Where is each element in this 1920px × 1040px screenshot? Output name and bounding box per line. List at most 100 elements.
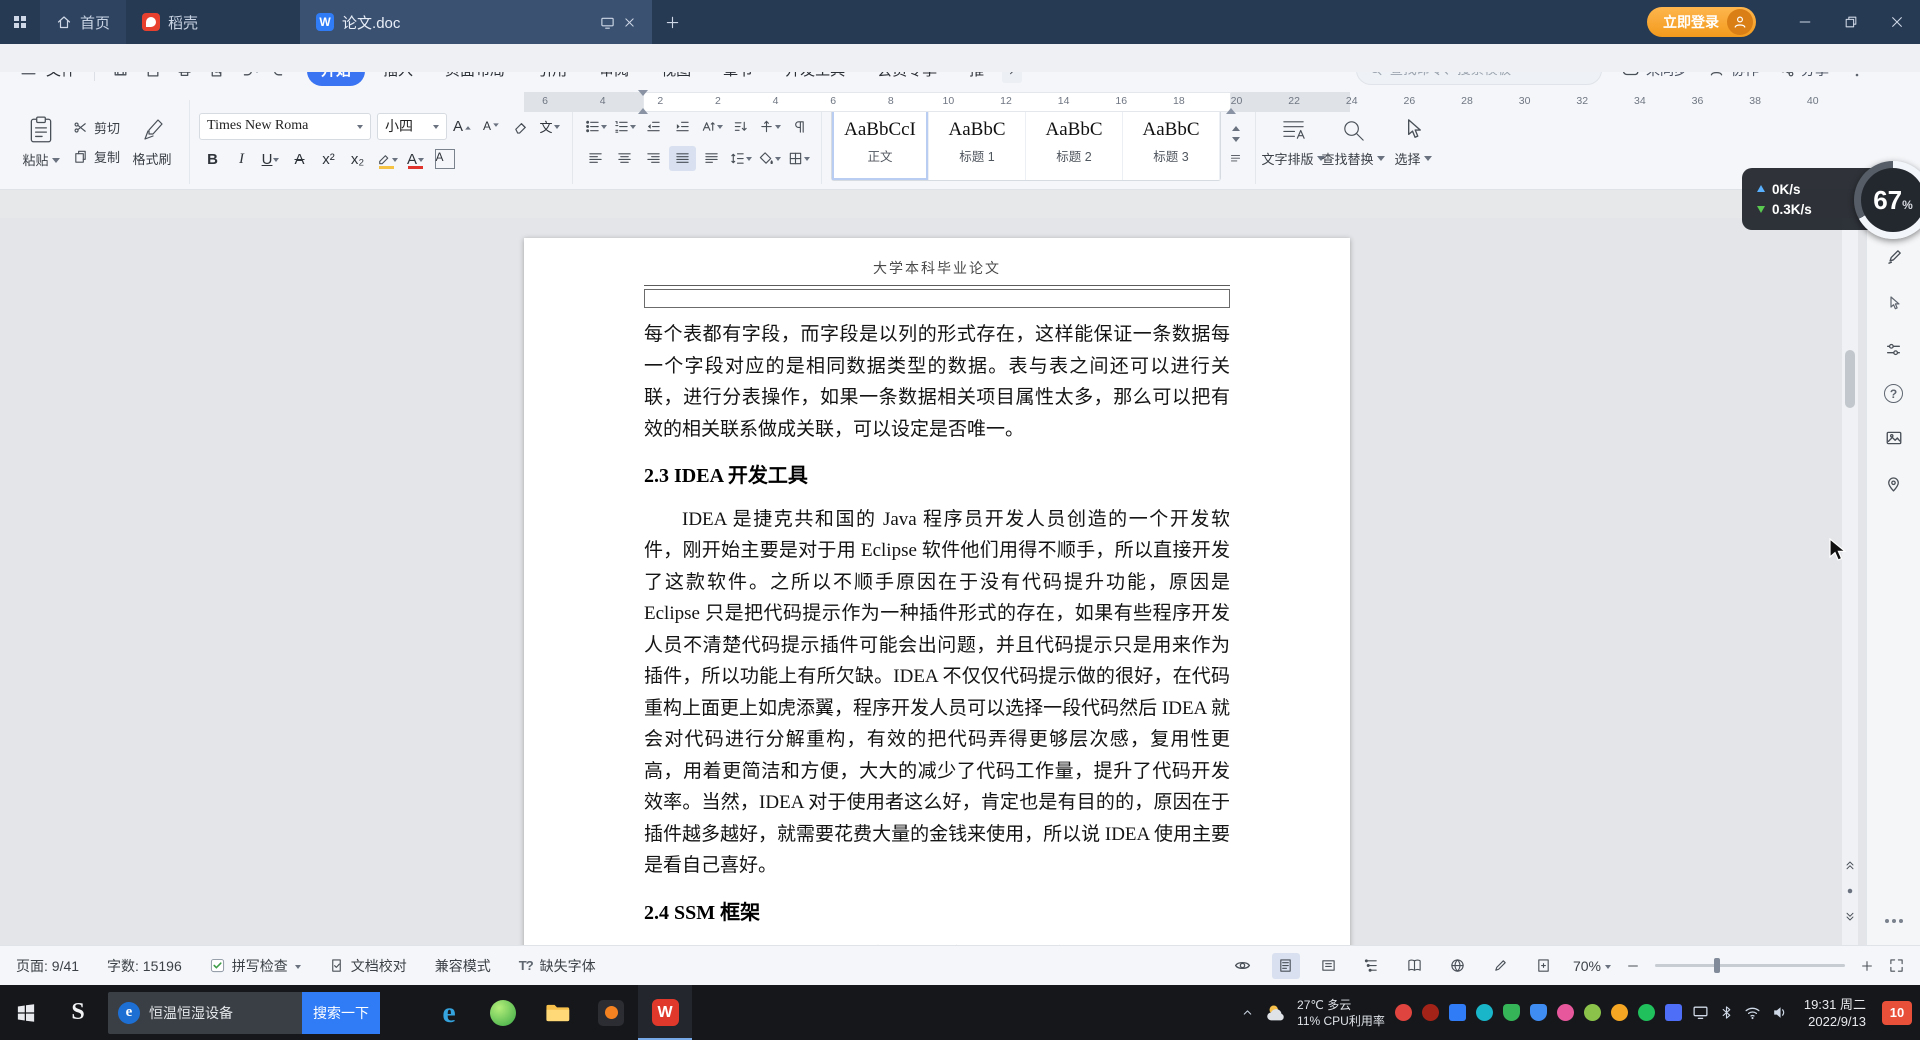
book-view-button[interactable] — [1401, 953, 1429, 979]
fullscreen-button[interactable] — [1889, 958, 1904, 973]
zoom-slider[interactable] — [1655, 958, 1845, 973]
zoom-level[interactable]: 70% — [1573, 958, 1611, 974]
more-tools-button[interactable] — [1884, 919, 1903, 923]
spellcheck-toggle[interactable]: 拼写检查 — [210, 956, 301, 976]
line-spacing-button[interactable] — [727, 146, 754, 171]
missing-fonts-button[interactable]: T? 缺失字体 — [519, 956, 596, 976]
right-indent-marker[interactable] — [1226, 103, 1236, 114]
styles-scroll-up[interactable] — [1231, 122, 1240, 131]
close-tab-icon[interactable] — [623, 16, 636, 29]
document-page[interactable]: 大学本科毕业论文 每个表都有字段，而字段是以列的形式存在，这样能保证一条数据每一… — [524, 238, 1350, 945]
distribute-button[interactable] — [698, 146, 725, 171]
find-replace-button[interactable]: 查找替换 — [1322, 102, 1385, 182]
tab-home[interactable]: 首页 — [40, 0, 127, 44]
outline-view-button[interactable] — [1358, 953, 1386, 979]
zoom-in-button[interactable] — [1860, 959, 1874, 973]
avatar[interactable] — [1727, 9, 1753, 35]
bluetooth-icon[interactable] — [1719, 1005, 1734, 1020]
tab-document[interactable]: W 论文.doc — [300, 0, 653, 44]
style-option[interactable]: AaBbC 标题 3 — [1123, 104, 1221, 180]
align-center-button[interactable] — [611, 146, 638, 171]
taskbar-app-wps[interactable]: W — [638, 985, 692, 1040]
tray-icon[interactable] — [1475, 1004, 1493, 1021]
clear-format-button[interactable] — [507, 114, 534, 139]
word-count[interactable]: 字数: 15196 — [107, 956, 182, 976]
paste-dropdown-caret[interactable] — [51, 157, 60, 167]
edit-mode-button[interactable] — [1487, 953, 1515, 979]
pinyin-guide-button[interactable]: 文 — [536, 114, 563, 139]
next-page-button[interactable] — [1844, 911, 1856, 923]
edit-pen-button[interactable] — [1883, 246, 1905, 268]
taskbar-app-edge[interactable]: e — [422, 985, 476, 1040]
increase-font-button[interactable]: A — [449, 114, 476, 139]
monitor-tray-icon[interactable] — [1692, 1004, 1709, 1021]
assistant-app-button[interactable]: S — [52, 985, 104, 1040]
sort-button[interactable] — [727, 114, 754, 139]
hidden-icons-chevron[interactable] — [1241, 1006, 1254, 1019]
taskbar-clock[interactable]: 19:31 周二 2022/9/13 — [1804, 996, 1866, 1030]
taskbar-app-dark[interactable] — [584, 985, 638, 1040]
fullscreen-view-button[interactable] — [1315, 953, 1343, 979]
paragraph-marks-button[interactable] — [785, 114, 812, 139]
taskbar-search-widget[interactable]: e 恒温恒湿设备 搜索一下 — [108, 991, 380, 1034]
borders-button[interactable] — [785, 146, 812, 171]
restore-button[interactable] — [1828, 0, 1874, 44]
new-tab-button[interactable] — [652, 0, 692, 44]
page-indicator[interactable]: 页面: 9/41 — [16, 956, 79, 976]
paragraph[interactable]: IDEA 是捷克共和国的 Java 程序员开发人员创造的一个开发软件，刚开始主要… — [644, 504, 1230, 882]
adjust-tool-button[interactable] — [1883, 338, 1905, 360]
font-name-combo[interactable]: Times New Roma — [199, 112, 372, 140]
zoom-slider-handle[interactable] — [1713, 958, 1720, 973]
strikethrough-button[interactable]: A — [286, 147, 313, 172]
volume-icon[interactable] — [1771, 1004, 1788, 1021]
bold-button[interactable]: B — [199, 147, 226, 172]
tray-icon[interactable] — [1610, 1004, 1628, 1021]
close-button[interactable] — [1874, 0, 1920, 44]
horizontal-ruler[interactable]: 6 4 2 2 4 6 8 10 12 14 16 18 20 22 24 26 28 30 32 34 36 38 40 — [0, 44, 1920, 114]
styles-scroll-down[interactable] — [1231, 136, 1240, 146]
login-button[interactable]: 立即登录 — [1647, 7, 1756, 37]
style-option[interactable]: AaBbC 标题 2 — [1026, 104, 1124, 180]
fit-page-button[interactable] — [1530, 953, 1558, 979]
minimize-button[interactable] — [1782, 0, 1828, 44]
tray-icon[interactable] — [1556, 1004, 1574, 1021]
wifi-icon[interactable] — [1744, 1004, 1761, 1021]
select-tool-button[interactable] — [1883, 292, 1905, 314]
font-size-combo[interactable]: 小四 — [377, 112, 448, 140]
image-tool-button[interactable] — [1883, 427, 1905, 449]
styles-more-button[interactable] — [1230, 152, 1241, 163]
italic-button[interactable]: I — [228, 147, 255, 172]
weather-widget[interactable]: 27℃ 多云 11% CPU利用率 — [1264, 997, 1385, 1029]
document-body[interactable]: 每个表都有字段，而字段是以列的形式存在，这样能保证一条数据每一个字段对应的是相同… — [644, 319, 1230, 945]
format-painter-button[interactable]: 格式刷 — [124, 102, 180, 182]
decrease-font-button[interactable]: A — [478, 114, 505, 139]
heading-2-4[interactable]: 2.4 SSM 框架 — [644, 898, 1230, 930]
paste-button[interactable]: 粘贴 — [13, 102, 69, 182]
compatibility-mode-label[interactable]: 兼容模式 — [435, 956, 491, 976]
underline-button[interactable]: U — [257, 147, 284, 172]
cast-icon[interactable] — [600, 15, 615, 30]
align-right-button[interactable] — [640, 146, 667, 171]
web-view-button[interactable] — [1444, 953, 1472, 979]
taskbar-app-explorer[interactable] — [530, 985, 584, 1040]
document-proofing-button[interactable]: 文档校对 — [329, 956, 407, 976]
shading-button[interactable] — [756, 146, 783, 171]
tray-icon[interactable] — [1583, 1004, 1601, 1021]
browse-object-button[interactable] — [1844, 885, 1856, 897]
increase-indent-button[interactable] — [669, 114, 696, 139]
tray-icon[interactable] — [1664, 1004, 1682, 1021]
reading-highlight-button[interactable] — [1229, 953, 1257, 979]
tray-icon[interactable] — [1637, 1004, 1655, 1021]
highlight-button[interactable] — [373, 147, 400, 172]
taskbar-app-browser[interactable] — [476, 985, 530, 1040]
text-direction-button[interactable] — [756, 114, 783, 139]
cn-layout-button[interactable] — [698, 114, 725, 139]
network-monitor-widget[interactable]: 0K/s 0.3K/s 67 % — [1742, 161, 1920, 239]
header-empty-box[interactable] — [644, 289, 1230, 308]
style-option[interactable]: AaBbCcI 正文 — [832, 104, 930, 180]
previous-page-button[interactable] — [1844, 859, 1856, 871]
cut-button[interactable]: 剪切 — [73, 118, 120, 137]
character-border-button[interactable]: A — [431, 147, 458, 172]
tray-icon[interactable] — [1394, 1004, 1412, 1021]
numbered-list-button[interactable] — [611, 114, 638, 139]
